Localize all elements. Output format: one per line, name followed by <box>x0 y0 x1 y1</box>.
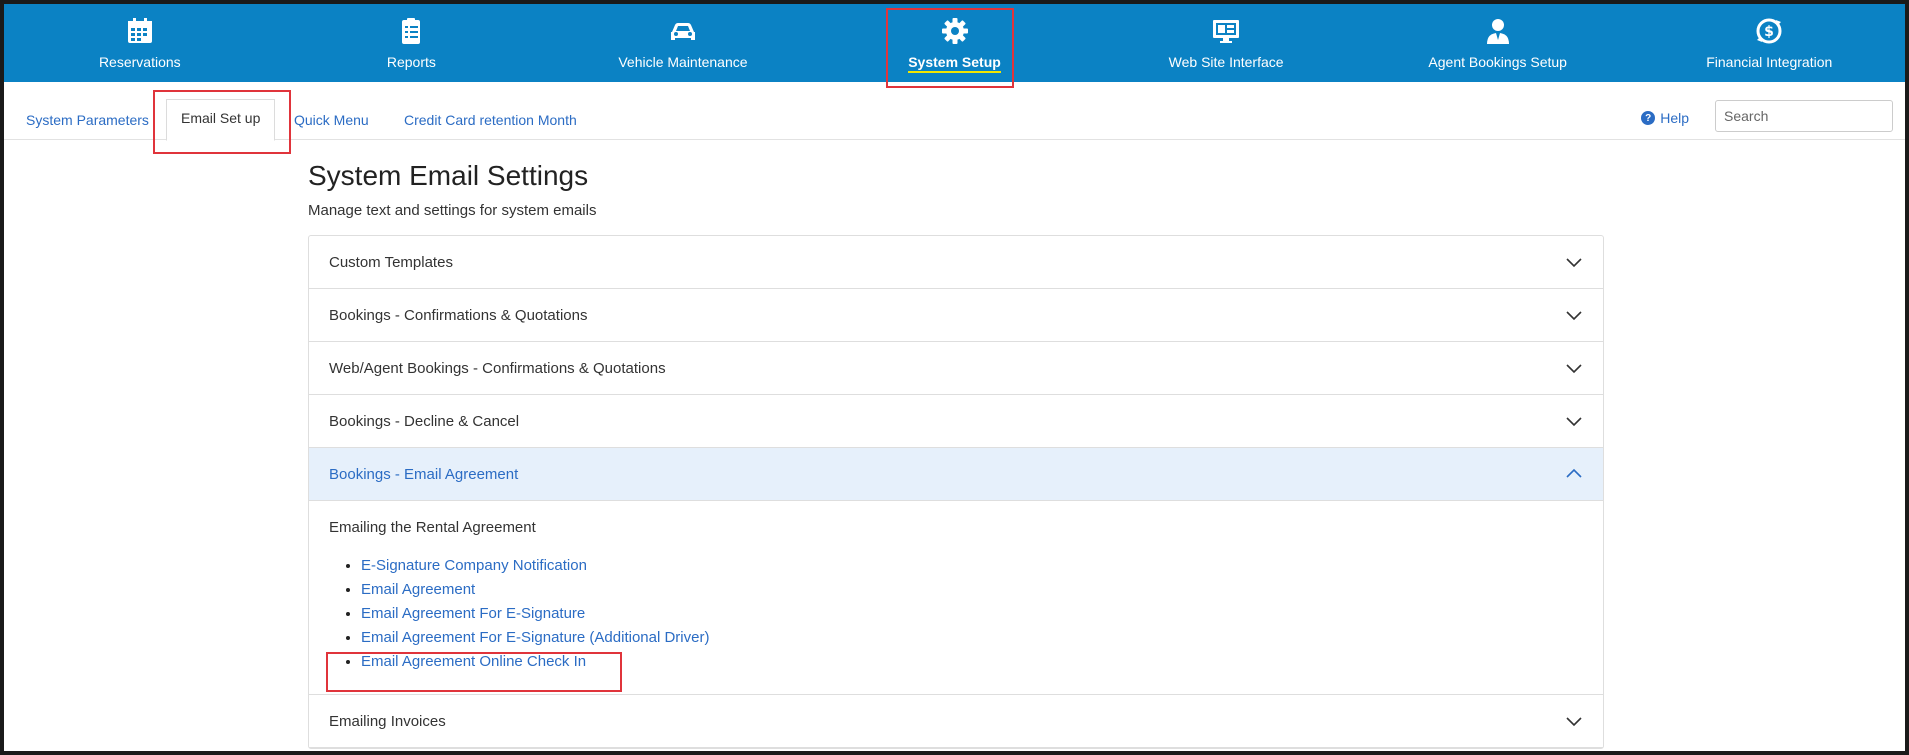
sub-navigation: System Parameters Email Set up Quick Men… <box>4 82 1905 141</box>
nav-reservations[interactable]: Reservations <box>4 4 276 82</box>
nav-system-setup[interactable]: System Setup <box>819 4 1091 82</box>
monitor-icon <box>1213 20 1240 43</box>
list-item: Email Agreement For E-Signature (Additio… <box>361 626 1583 650</box>
nav-web-site-interface[interactable]: Web Site Interface <box>1090 4 1362 82</box>
chevron-down-icon <box>1566 417 1582 427</box>
section-custom-templates[interactable]: Custom Templates <box>309 236 1603 289</box>
gear-icon <box>941 18 968 44</box>
link-esignature-company-notification[interactable]: E-Signature Company Notification <box>361 557 587 574</box>
email-settings-accordion: Custom Templates Bookings - Confirmation… <box>308 235 1604 749</box>
section-bookings-confirmations[interactable]: Bookings - Confirmations & Quotations <box>309 289 1603 342</box>
chevron-down-icon <box>1566 364 1582 374</box>
chevron-up-icon <box>1566 468 1582 478</box>
list-item: Email Agreement Online Check In <box>361 650 1583 674</box>
nav-label: Reservations <box>98 54 181 70</box>
section-emailing-invoices[interactable]: Emailing Invoices <box>309 695 1603 748</box>
body-heading: Emailing the Rental Agreement <box>329 519 536 536</box>
section-label: Emailing Invoices <box>329 712 446 730</box>
search-input[interactable] <box>1715 100 1893 132</box>
top-navigation: Reservations Reports Vehicle Maintenance <box>4 4 1905 82</box>
tab-system-parameters[interactable]: System Parameters <box>26 102 149 138</box>
page-title: System Email Settings <box>308 160 589 191</box>
nav-label: System Setup <box>908 54 1001 73</box>
link-email-agreement-esignature-additional-driver[interactable]: Email Agreement For E-Signature (Additio… <box>361 629 709 646</box>
chevron-down-icon <box>1566 311 1582 321</box>
clipboard-icon <box>402 18 421 44</box>
link-email-agreement[interactable]: Email Agreement <box>361 581 475 598</box>
svg-text:$: $ <box>1764 24 1774 40</box>
section-web-agent-bookings[interactable]: Web/Agent Bookings - Confirmations & Quo… <box>309 342 1603 395</box>
list-item: E-Signature Company Notification <box>361 554 1583 578</box>
section-label: Bookings - Email Agreement <box>329 465 519 483</box>
chevron-down-icon <box>1566 717 1582 727</box>
section-label: Bookings - Confirmations & Quotations <box>329 306 588 324</box>
help-label: Help <box>1660 110 1689 126</box>
section-decline-cancel[interactable]: Bookings - Decline & Cancel <box>309 395 1603 448</box>
car-icon <box>670 23 695 40</box>
tab-email-set-up[interactable]: Email Set up <box>166 99 276 141</box>
section-email-agreement-body: Emailing the Rental Agreement E-Signatur… <box>309 501 1603 695</box>
section-label: Custom Templates <box>329 253 453 271</box>
nav-label: Financial Integration <box>1706 54 1833 70</box>
dollar-cycle-icon: $ <box>1756 18 1782 44</box>
nav-financial-integration[interactable]: $ Financial Integration <box>1633 4 1905 82</box>
chevron-down-icon <box>1566 258 1582 268</box>
agent-icon <box>1486 19 1509 44</box>
list-item: Email Agreement For E-Signature <box>361 602 1583 626</box>
section-email-agreement[interactable]: Bookings - Email Agreement <box>309 448 1603 501</box>
help-link[interactable]: ? Help <box>1641 110 1689 126</box>
nav-vehicle-maintenance[interactable]: Vehicle Maintenance <box>547 4 819 82</box>
tab-credit-card-retention-month[interactable]: Credit Card retention Month <box>404 102 577 138</box>
link-email-agreement-esignature[interactable]: Email Agreement For E-Signature <box>361 605 585 622</box>
email-link-list: E-Signature Company Notification Email A… <box>329 554 1583 674</box>
nav-label: Web Site Interface <box>1168 54 1284 70</box>
nav-label: Vehicle Maintenance <box>618 54 748 70</box>
list-item: Email Agreement <box>361 578 1583 602</box>
nav-agent-bookings-setup[interactable]: Agent Bookings Setup <box>1362 4 1634 82</box>
page-subtitle: Manage text and settings for system emai… <box>308 202 597 219</box>
tab-quick-menu[interactable]: Quick Menu <box>294 102 369 138</box>
nav-label: Reports <box>386 54 436 70</box>
nav-label: Agent Bookings Setup <box>1428 54 1567 70</box>
section-label: Web/Agent Bookings - Confirmations & Quo… <box>329 359 666 377</box>
main-content: System Email Settings Manage text and se… <box>308 140 1604 749</box>
link-email-agreement-online-check-in[interactable]: Email Agreement Online Check In <box>361 653 586 670</box>
calendar-icon <box>127 18 152 43</box>
help-icon: ? <box>1641 111 1656 125</box>
nav-reports[interactable]: Reports <box>276 4 548 82</box>
section-label: Bookings - Decline & Cancel <box>329 412 520 430</box>
